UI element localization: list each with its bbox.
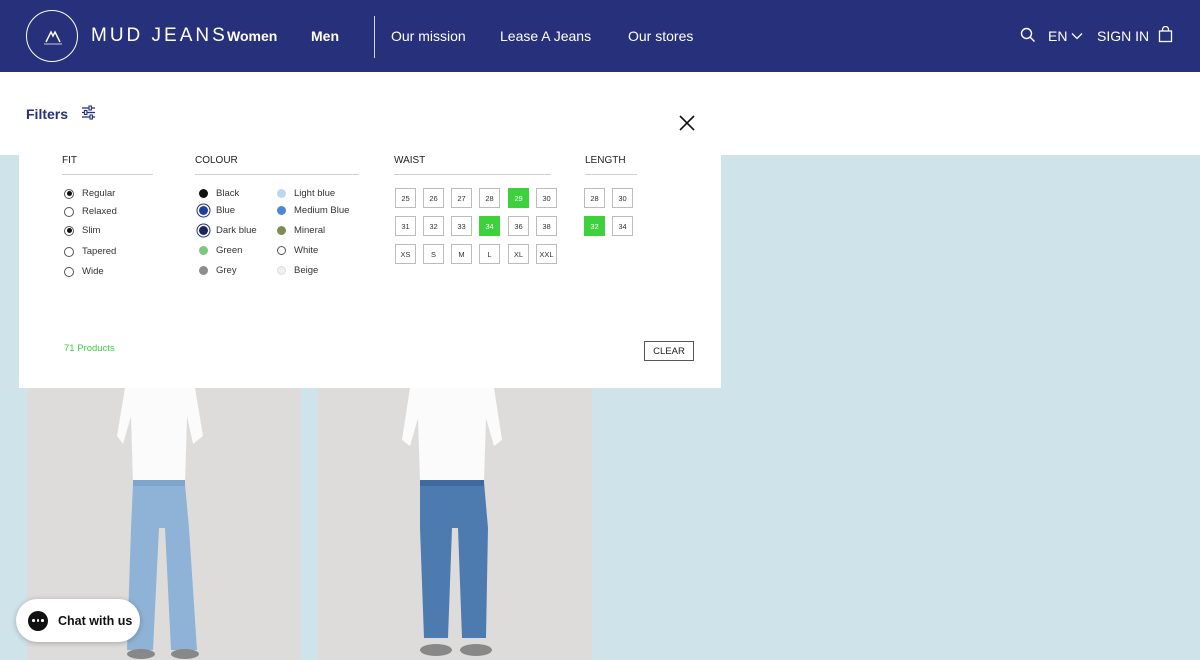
waist-size-30[interactable]: 30 bbox=[536, 188, 557, 208]
swatch[interactable] bbox=[199, 246, 208, 255]
option-label: Regular bbox=[82, 188, 116, 199]
waist-size-xs[interactable]: XS bbox=[395, 244, 416, 264]
waist-size-26[interactable]: 26 bbox=[423, 188, 444, 208]
fit-title: FIT bbox=[62, 155, 153, 175]
nav-divider bbox=[374, 16, 375, 58]
option-label: Blue bbox=[216, 205, 236, 216]
waist-size-s[interactable]: S bbox=[423, 244, 444, 264]
colour-title: COLOUR bbox=[195, 155, 359, 175]
chat-label: Chat with us bbox=[58, 613, 133, 628]
colour-option-light-blue[interactable]: Light blue bbox=[277, 188, 335, 199]
colour-option-grey[interactable]: Grey bbox=[199, 265, 237, 276]
fit-option-slim[interactable]: Slim bbox=[64, 225, 100, 236]
radio-checked[interactable] bbox=[64, 225, 74, 236]
swatch[interactable] bbox=[277, 246, 286, 255]
fit-option-regular[interactable]: Regular bbox=[64, 188, 115, 199]
waist-size-l[interactable]: L bbox=[479, 244, 500, 264]
colour-option-mineral[interactable]: Mineral bbox=[277, 225, 325, 236]
language-selector[interactable]: EN bbox=[1048, 28, 1083, 44]
swatch[interactable] bbox=[277, 226, 286, 235]
option-label: Grey bbox=[216, 265, 237, 276]
option-label: Relaxed bbox=[82, 206, 117, 217]
option-label: Beige bbox=[294, 265, 319, 276]
option-label: Medium Blue bbox=[294, 205, 350, 216]
waist-size-33[interactable]: 33 bbox=[451, 216, 472, 236]
sign-in-link[interactable]: SIGN IN bbox=[1097, 28, 1149, 44]
waist-size-32[interactable]: 32 bbox=[423, 216, 444, 236]
length-size-34[interactable]: 34 bbox=[612, 216, 633, 236]
waist-size-29-selected[interactable]: 29 bbox=[508, 188, 529, 208]
product-image-medium-jeans[interactable] bbox=[318, 388, 592, 660]
chat-widget-button[interactable]: Chat with us bbox=[16, 599, 140, 642]
length-title: LENGTH bbox=[585, 155, 637, 175]
site-header: MUD JEANS Women Men Our mission Lease A … bbox=[0, 0, 1200, 72]
radio-checked[interactable] bbox=[64, 188, 74, 199]
length-size-32-selected[interactable]: 32 bbox=[584, 216, 605, 236]
waist-size-38[interactable]: 38 bbox=[536, 216, 557, 236]
filter-panel: FIT Regular Relaxed Slim Tapered Wide CO… bbox=[19, 155, 721, 388]
waist-size-27[interactable]: 27 bbox=[451, 188, 472, 208]
fit-option-relaxed[interactable]: Relaxed bbox=[64, 206, 117, 217]
option-label: Mineral bbox=[294, 225, 326, 236]
waist-size-36[interactable]: 36 bbox=[508, 216, 529, 236]
swatch-selected[interactable] bbox=[199, 206, 208, 215]
option-label: Tapered bbox=[82, 246, 117, 257]
length-size-28[interactable]: 28 bbox=[584, 188, 605, 208]
brand-seal-logo[interactable] bbox=[26, 10, 78, 62]
filters-toggle[interactable]: Filters bbox=[26, 106, 68, 122]
option-label: Wide bbox=[82, 266, 104, 277]
clear-filters-button[interactable]: CLEAR bbox=[644, 341, 694, 361]
chat-bubble-icon bbox=[28, 610, 48, 631]
nav-men[interactable]: Men bbox=[311, 28, 339, 44]
waist-size-xl[interactable]: XL bbox=[508, 244, 529, 264]
sliders-icon[interactable] bbox=[81, 105, 96, 125]
colour-option-dark-blue[interactable]: Dark blue bbox=[199, 225, 257, 236]
waist-size-m[interactable]: M bbox=[451, 244, 472, 264]
fit-option-tapered[interactable]: Tapered bbox=[64, 246, 116, 257]
swatch[interactable] bbox=[199, 266, 208, 275]
products-count: 71 Products bbox=[64, 343, 115, 354]
swatch[interactable] bbox=[199, 189, 208, 198]
length-size-30[interactable]: 30 bbox=[612, 188, 633, 208]
nav-women[interactable]: Women bbox=[227, 28, 277, 44]
colour-option-beige[interactable]: Beige bbox=[277, 265, 318, 276]
close-icon[interactable] bbox=[678, 114, 696, 132]
option-label: White bbox=[294, 245, 319, 256]
option-label: Slim bbox=[82, 225, 101, 236]
nav-our-mission[interactable]: Our mission bbox=[391, 28, 466, 44]
fit-option-wide[interactable]: Wide bbox=[64, 266, 104, 277]
colour-option-blue[interactable]: Blue bbox=[199, 205, 235, 216]
swatch[interactable] bbox=[277, 206, 286, 215]
swatch[interactable] bbox=[277, 189, 286, 198]
bag-icon[interactable] bbox=[1158, 25, 1173, 48]
radio[interactable] bbox=[64, 266, 74, 277]
filters-bar: Filters bbox=[0, 72, 1200, 155]
search-icon[interactable] bbox=[1020, 27, 1036, 48]
waist-title: WAIST bbox=[394, 155, 551, 175]
waist-size-34-selected[interactable]: 34 bbox=[479, 216, 500, 236]
swatch[interactable] bbox=[277, 266, 286, 275]
radio[interactable] bbox=[64, 246, 74, 257]
nav-lease-a-jeans[interactable]: Lease A Jeans bbox=[500, 28, 591, 44]
brand-name[interactable]: MUD JEANS bbox=[91, 25, 228, 47]
option-label: Black bbox=[216, 188, 240, 199]
waist-size-28[interactable]: 28 bbox=[479, 188, 500, 208]
option-label: Green bbox=[216, 245, 243, 256]
radio[interactable] bbox=[64, 206, 74, 217]
colour-option-green[interactable]: Green bbox=[199, 245, 242, 256]
language-label: EN bbox=[1048, 28, 1068, 44]
chevron-down-icon bbox=[1071, 33, 1083, 40]
waist-size-31[interactable]: 31 bbox=[395, 216, 416, 236]
waist-size-25[interactable]: 25 bbox=[395, 188, 416, 208]
colour-option-black[interactable]: Black bbox=[199, 188, 239, 199]
option-label: Dark blue bbox=[216, 225, 257, 236]
swatch-selected[interactable] bbox=[199, 226, 208, 235]
waist-size-xxl[interactable]: XXL bbox=[536, 244, 557, 264]
colour-option-medium-blue[interactable]: Medium Blue bbox=[277, 205, 349, 216]
nav-our-stores[interactable]: Our stores bbox=[628, 28, 693, 44]
seal-mark-icon bbox=[44, 30, 62, 45]
colour-option-white[interactable]: White bbox=[277, 245, 318, 256]
option-label: Light blue bbox=[294, 188, 336, 199]
